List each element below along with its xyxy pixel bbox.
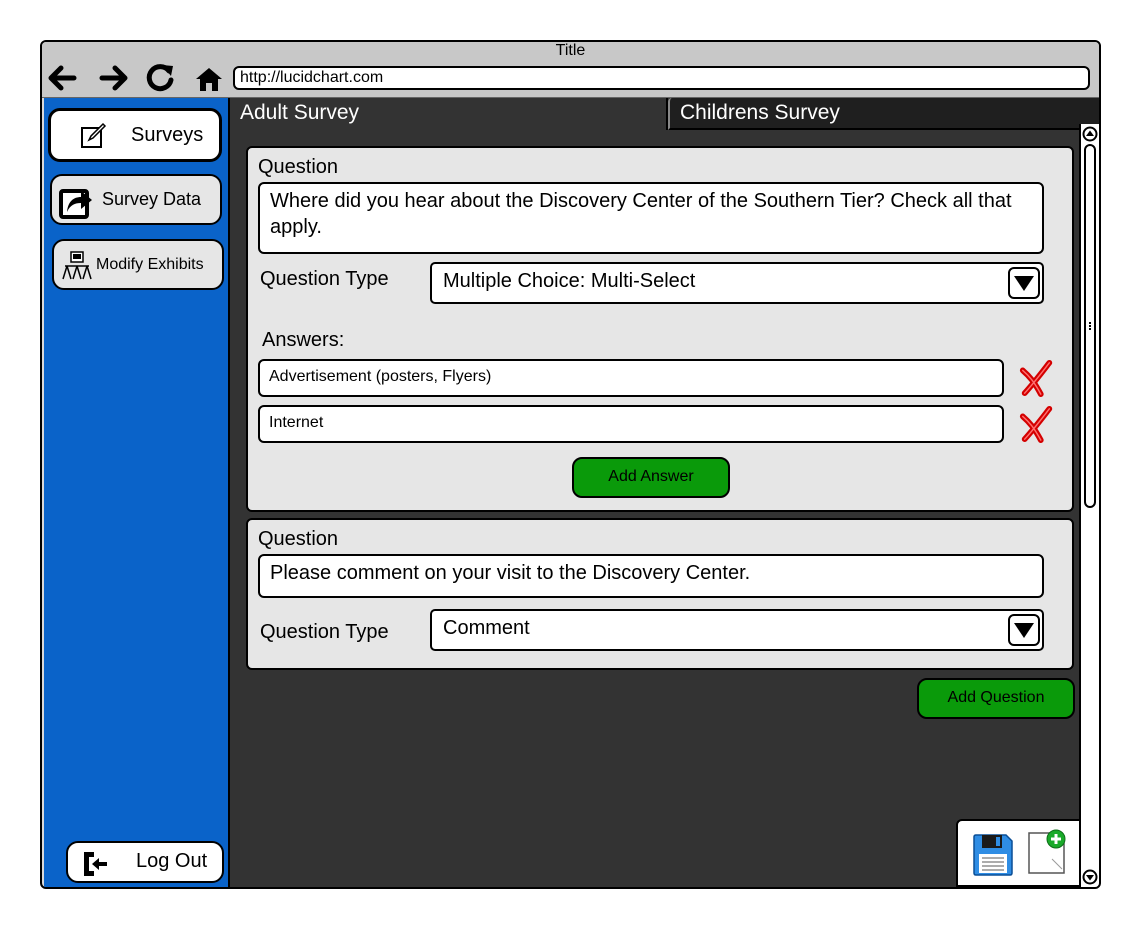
question-type-select[interactable]: Comment bbox=[430, 609, 1044, 651]
add-question-button[interactable]: Add Question bbox=[917, 678, 1075, 719]
share-icon bbox=[59, 189, 92, 219]
answer-field[interactable]: Advertisement (posters, Flyers) bbox=[258, 359, 1004, 397]
sidebar-item-label: Survey Data bbox=[102, 189, 202, 209]
tab-adult-survey[interactable]: Adult Survey bbox=[230, 98, 668, 130]
scrollbar-thumb[interactable] bbox=[1084, 144, 1096, 508]
forward-button[interactable] bbox=[98, 62, 130, 94]
action-toolbox bbox=[956, 819, 1081, 887]
sidebar-item-modify-exhibits[interactable]: Modify Exhibits bbox=[52, 239, 224, 290]
question-type-label: Question Type bbox=[260, 268, 389, 290]
sidebar-item-surveys[interactable]: Surveys bbox=[48, 108, 222, 162]
reload-icon bbox=[146, 64, 174, 92]
question-text-field[interactable]: Please comment on your visit to the Disc… bbox=[258, 554, 1044, 598]
add-answer-button[interactable]: Add Answer bbox=[572, 457, 730, 498]
edit-icon bbox=[81, 122, 107, 148]
browser-window: Title http://lucidchart.com Surveys Surv… bbox=[40, 40, 1101, 889]
question-card: Question Where did you hear about the Di… bbox=[246, 146, 1074, 512]
question-label: Question bbox=[258, 156, 339, 178]
answers-label: Answers: bbox=[262, 329, 345, 351]
question-type-label: Question Type bbox=[260, 621, 389, 643]
question-text-field[interactable]: Where did you hear about the Discovery C… bbox=[258, 182, 1044, 254]
question-type-value: Multiple Choice: Multi-Select bbox=[443, 270, 696, 292]
home-icon bbox=[196, 68, 222, 91]
logout-button[interactable]: Log Out bbox=[66, 841, 224, 883]
sidebar-item-label: Surveys bbox=[131, 124, 204, 146]
back-button[interactable] bbox=[46, 62, 78, 94]
logout-label: Log Out bbox=[136, 850, 208, 872]
logout-icon bbox=[84, 852, 107, 876]
reload-button[interactable] bbox=[144, 62, 176, 94]
question-card: Question Please comment on your visit to… bbox=[246, 518, 1074, 670]
sidebar-item-survey-data[interactable]: Survey Data bbox=[50, 174, 222, 225]
scroll-up-icon[interactable] bbox=[1082, 126, 1098, 142]
question-type-value: Comment bbox=[443, 617, 530, 639]
title-bar: Title http://lucidchart.com bbox=[42, 42, 1099, 98]
arrow-left-icon bbox=[48, 65, 77, 91]
chevron-down-icon bbox=[1008, 267, 1040, 299]
answer-field[interactable]: Internet bbox=[258, 405, 1004, 443]
delete-answer-icon[interactable] bbox=[1018, 405, 1056, 443]
question-label: Question bbox=[258, 528, 339, 550]
window-title: Title bbox=[555, 42, 586, 59]
chevron-down-icon bbox=[1008, 614, 1040, 646]
exhibit-icon bbox=[62, 251, 92, 280]
question-type-select[interactable]: Multiple Choice: Multi-Select bbox=[430, 262, 1044, 304]
url-input[interactable]: http://lucidchart.com bbox=[233, 66, 1090, 90]
scroll-down-icon[interactable] bbox=[1082, 869, 1098, 885]
main-content: Adult Survey Childrens Survey Question W… bbox=[230, 98, 1099, 887]
tab-childrens-survey[interactable]: Childrens Survey bbox=[668, 98, 1099, 130]
save-icon[interactable] bbox=[972, 833, 1014, 877]
home-button[interactable] bbox=[193, 62, 225, 94]
sidebar-item-label: Modify Exhibits bbox=[96, 256, 204, 273]
vertical-scrollbar[interactable] bbox=[1079, 124, 1099, 887]
sidebar: Surveys Survey Data Modify Exhibits Log … bbox=[44, 98, 230, 887]
new-document-icon[interactable] bbox=[1026, 829, 1068, 875]
grip-icon bbox=[1089, 322, 1091, 324]
delete-answer-icon[interactable] bbox=[1018, 359, 1056, 397]
arrow-right-icon bbox=[99, 65, 128, 91]
